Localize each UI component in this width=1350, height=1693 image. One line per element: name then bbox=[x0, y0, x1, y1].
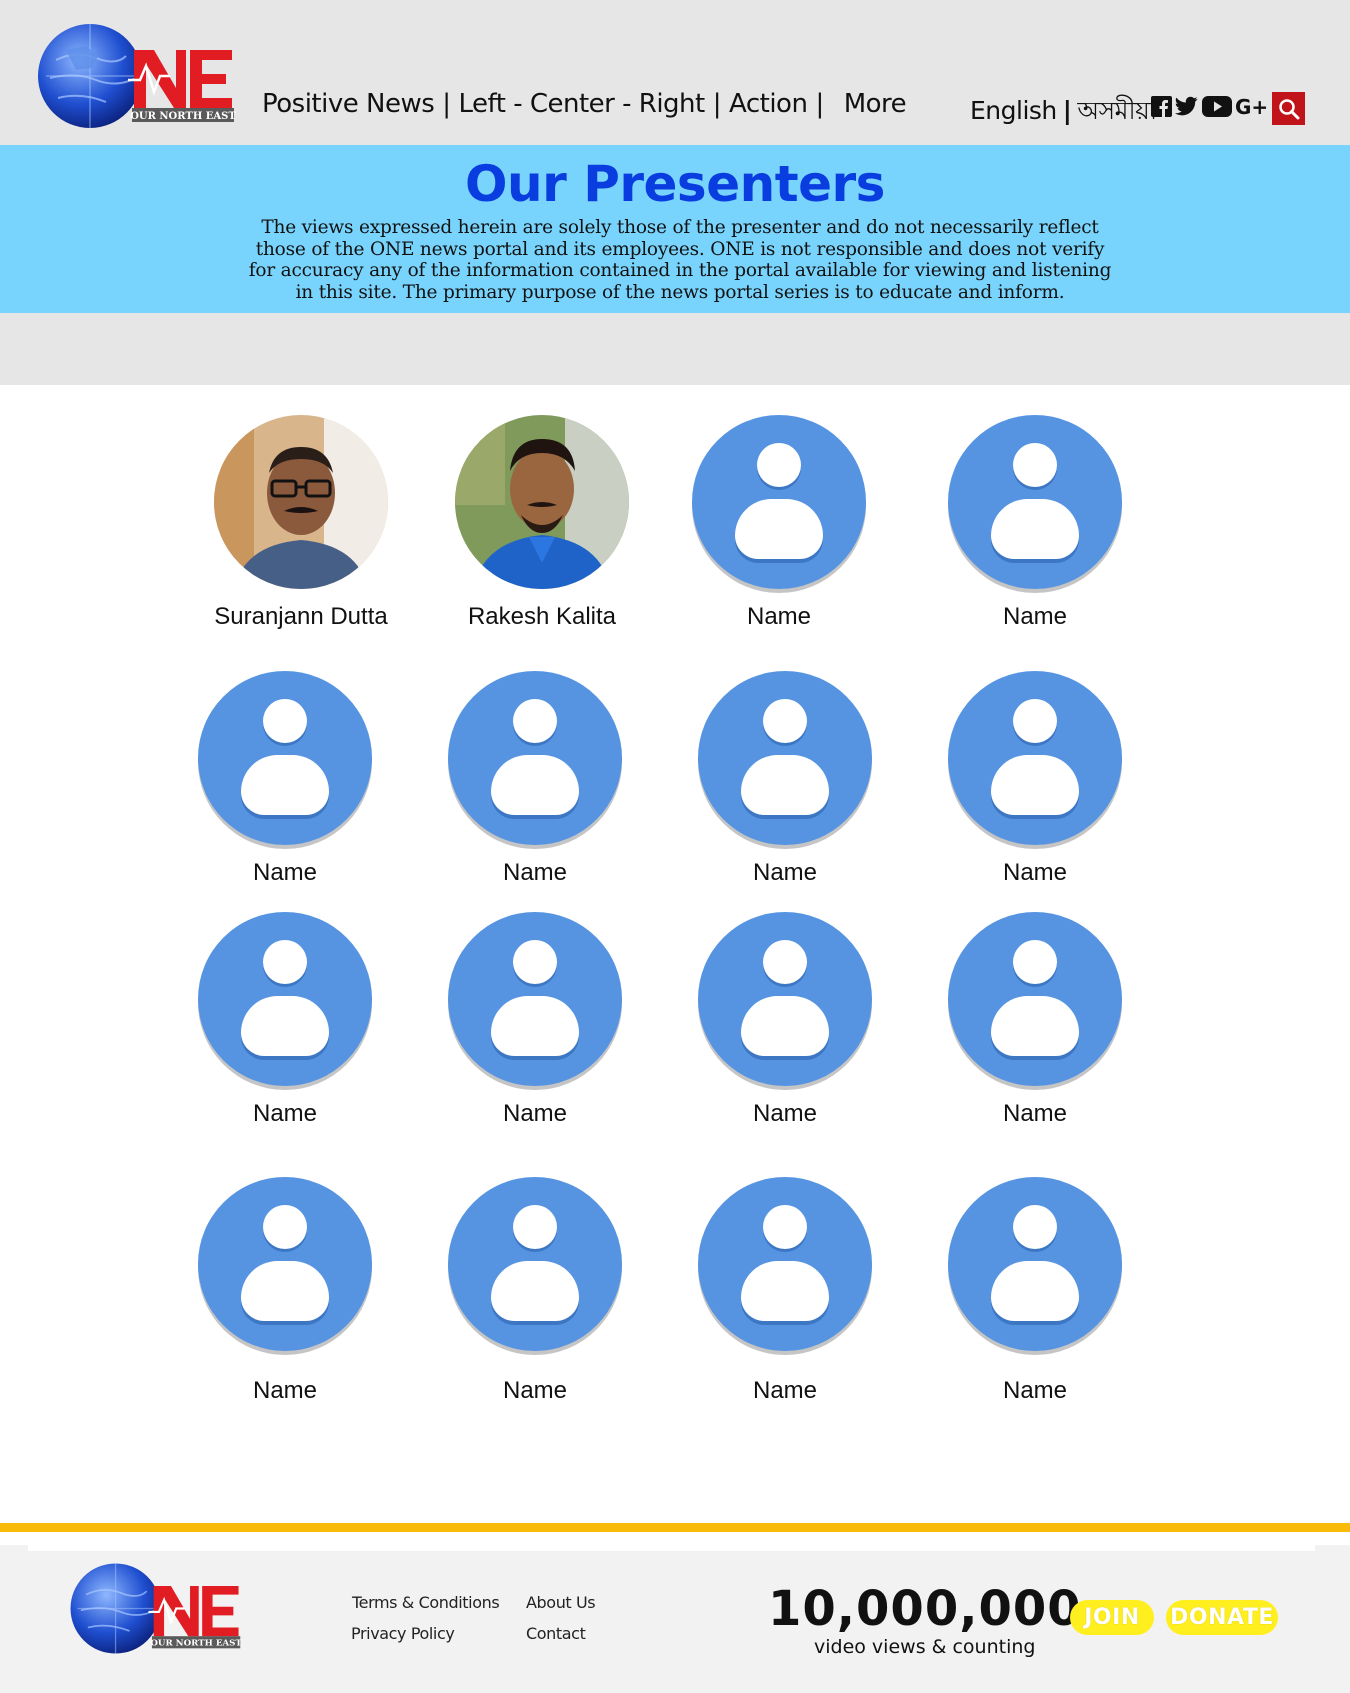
nav-action[interactable]: Action bbox=[729, 89, 808, 119]
avatar-placeholder-icon bbox=[698, 1177, 872, 1351]
svg-text:G+: G+ bbox=[1235, 96, 1267, 117]
presenter-card[interactable]: Name bbox=[155, 1177, 415, 1405]
main-nav: Positive News | Left - Center - Right | Acti… bbox=[262, 89, 907, 119]
lang-assamese[interactable]: অসমীয়া bbox=[1077, 96, 1157, 125]
presenter-name: Name bbox=[1002, 859, 1068, 886]
page-title: Our Presenters bbox=[465, 155, 885, 213]
nav-more[interactable]: More bbox=[844, 89, 907, 119]
presenter-name: Name bbox=[502, 1377, 568, 1404]
avatar-placeholder-icon bbox=[948, 671, 1122, 845]
join-button[interactable]: JOIN bbox=[1070, 1600, 1154, 1635]
avatar-placeholder-icon bbox=[698, 671, 872, 845]
avatar-placeholder-icon bbox=[948, 415, 1122, 589]
nav-positive-news[interactable]: Positive News bbox=[262, 89, 435, 119]
presenter-name: Name bbox=[1002, 1377, 1068, 1404]
youtube-icon[interactable] bbox=[1202, 96, 1232, 117]
presenter-card[interactable]: Name bbox=[405, 671, 665, 887]
presenter-card[interactable]: Name bbox=[905, 671, 1165, 887]
donate-button[interactable]: DONATE bbox=[1166, 1600, 1278, 1635]
presenter-card[interactable]: Name bbox=[905, 415, 1165, 631]
avatar-placeholder-icon bbox=[948, 912, 1122, 1086]
presenter-photo bbox=[455, 415, 629, 589]
avatar-placeholder-icon bbox=[698, 912, 872, 1086]
presenter-card[interactable]: Name bbox=[655, 912, 915, 1128]
avatar-placeholder-icon bbox=[448, 912, 622, 1086]
presenter-name: Name bbox=[502, 859, 568, 886]
presenter-card[interactable]: Name bbox=[905, 1177, 1165, 1405]
presenter-card[interactable]: Name bbox=[155, 671, 415, 887]
footer-link-contact[interactable]: Contact bbox=[526, 1624, 586, 1643]
presenter-name: Name bbox=[752, 1377, 818, 1404]
footer-logo-tagline: OUR NORTH EAST bbox=[150, 1639, 242, 1649]
presenter-name: Name bbox=[1002, 603, 1068, 630]
twitter-icon[interactable] bbox=[1175, 96, 1199, 117]
presenter-name: Name bbox=[746, 603, 812, 630]
social-links: G+ bbox=[1151, 96, 1267, 117]
view-counter: 10,000,000 bbox=[768, 1581, 1082, 1637]
avatar-placeholder-icon bbox=[448, 671, 622, 845]
site-header: OUR NORTH EAST Positive News | Left - Cent… bbox=[0, 0, 1350, 145]
avatar-placeholder-icon bbox=[198, 912, 372, 1086]
disclaimer-text: The views expressed herein are solely th… bbox=[248, 217, 1112, 303]
footer-one-logo[interactable]: OUR NORTH EAST bbox=[68, 1560, 248, 1657]
presenter-card[interactable]: Name bbox=[649, 415, 909, 631]
presenter-name: Name bbox=[502, 1100, 568, 1127]
presenter-card[interactable]: Name bbox=[405, 1177, 665, 1405]
presenter-card[interactable]: Rakesh Kalita bbox=[412, 415, 672, 631]
presenter-card[interactable]: Name bbox=[155, 912, 415, 1128]
presenter-name: Name bbox=[252, 859, 318, 886]
footer-link-terms[interactable]: Terms & Conditions bbox=[352, 1593, 500, 1612]
nav-separator: | bbox=[442, 89, 451, 119]
view-counter-caption: video views & counting bbox=[814, 1636, 1036, 1658]
presenter-card[interactable]: Name bbox=[405, 912, 665, 1128]
footer-divider bbox=[0, 1523, 1350, 1532]
avatar-placeholder-icon bbox=[948, 1177, 1122, 1351]
lang-english[interactable]: English bbox=[970, 96, 1057, 125]
presenter-card[interactable]: Name bbox=[905, 912, 1165, 1128]
avatar-placeholder-icon bbox=[692, 415, 866, 589]
spacer-band bbox=[0, 313, 1350, 385]
facebook-icon[interactable] bbox=[1151, 96, 1172, 117]
search-icon bbox=[1278, 98, 1299, 119]
language-switcher: English | অসমীয়া bbox=[970, 91, 1157, 134]
avatar-placeholder-icon bbox=[448, 1177, 622, 1351]
presenter-name: Name bbox=[752, 859, 818, 886]
nav-separator: | bbox=[712, 89, 722, 119]
avatar-placeholder-icon bbox=[198, 1177, 372, 1351]
lang-separator: | bbox=[1062, 96, 1072, 125]
presenter-card[interactable]: Name bbox=[655, 671, 915, 887]
avatar-placeholder-icon bbox=[198, 671, 372, 845]
logo-tagline: OUR NORTH EAST bbox=[130, 111, 236, 122]
presenter-name: Name bbox=[752, 1100, 818, 1127]
footer-link-about[interactable]: About Us bbox=[526, 1593, 596, 1612]
presenter-name: Name bbox=[252, 1377, 318, 1404]
presenter-card[interactable]: Name bbox=[655, 1177, 915, 1405]
presenter-photo bbox=[214, 415, 388, 589]
google-plus-icon[interactable]: G+ bbox=[1235, 96, 1267, 117]
footer-link-privacy[interactable]: Privacy Policy bbox=[351, 1624, 455, 1643]
presenter-name: Name bbox=[1002, 1100, 1068, 1127]
presenter-name: Name bbox=[252, 1100, 318, 1127]
nav-left-center-right[interactable]: Left - Center - Right bbox=[459, 89, 706, 119]
search-button[interactable] bbox=[1272, 92, 1305, 125]
one-logo[interactable]: OUR NORTH EAST bbox=[36, 20, 242, 132]
nav-separator: | bbox=[815, 89, 824, 119]
presenter-name: Rakesh Kalita bbox=[467, 603, 617, 630]
presenter-card[interactable]: Suranjann Dutta bbox=[171, 415, 431, 631]
presenters-banner: Our Presenters The views expressed herei… bbox=[0, 145, 1350, 313]
presenter-name: Suranjann Dutta bbox=[214, 603, 388, 630]
